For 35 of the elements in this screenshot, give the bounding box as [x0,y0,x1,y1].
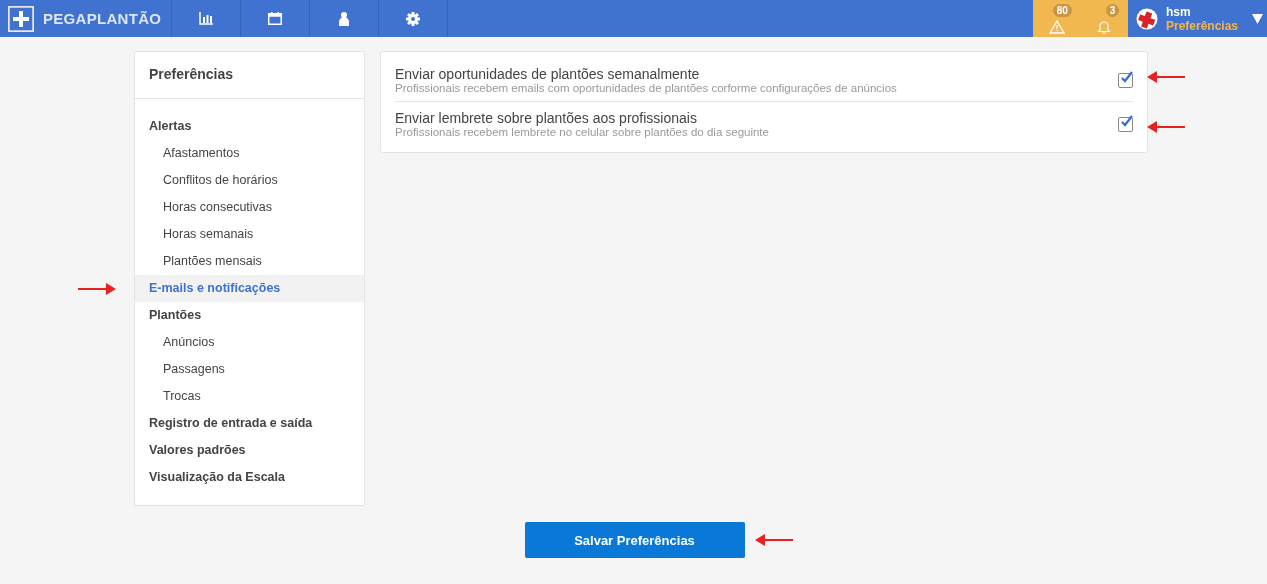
sidebar-subitem[interactable]: Anúncios [135,329,364,356]
warning-icon [1048,19,1065,34]
save-button[interactable]: Salvar Preferências [524,522,745,558]
setting-description: Profissionais recebem emails com oportunidades de plantões corforme configurações de anúncios [395,82,898,94]
checkbox[interactable] [1118,116,1133,132]
calendar-icon [268,12,282,25]
sidebar-subitem[interactable]: Horas consecutivas [135,194,364,221]
sidebar-item[interactable]: Registro de entrada e saída [135,410,364,437]
sidebar-title: Preferências [135,52,364,99]
logo-icon [8,5,34,32]
count-badge: 80 [1052,3,1072,17]
count-badge: 3 [1105,3,1120,17]
bell-icon [1097,19,1112,34]
setting-title: Enviar lembrete sobre plantões aos profissionais [395,110,698,126]
avatar-icon [1136,7,1158,30]
sidebar-subitem[interactable]: Horas semanais [135,221,364,248]
user-subtitle: Preferências [1166,18,1239,33]
sidebar-item[interactable]: Valores padrões [135,437,364,464]
bar-chart-icon [199,12,213,25]
dropdown-caret-icon[interactable] [1252,13,1264,24]
sidebar-subitem[interactable]: Trocas [135,383,364,410]
setting-title: Enviar oportunidades de plantões semanalmente [395,66,701,82]
user-name: hsm [1166,4,1192,19]
sidebar-subitem[interactable]: Passagens [135,356,364,383]
sidebar-subitem[interactable]: Afastamentos [135,140,364,167]
sidebar-item[interactable]: Plantões [135,302,364,329]
sidebar-subitem[interactable]: Conflitos de horários [135,167,364,194]
sidebar-subitem[interactable]: Plantões mensais [135,248,364,275]
setting-description: Profissionais recebem lembrete no celular sobre plantões do dia seguinte [395,126,770,138]
sidebar-item[interactable]: Visualização da Escala [135,464,364,491]
checkbox[interactable] [1118,72,1133,88]
sidebar-item[interactable]: Alertas [135,113,364,140]
settings-icon [406,11,420,26]
user-icon [339,11,349,26]
brand-name: PEGAPLANTÃO [43,10,162,27]
